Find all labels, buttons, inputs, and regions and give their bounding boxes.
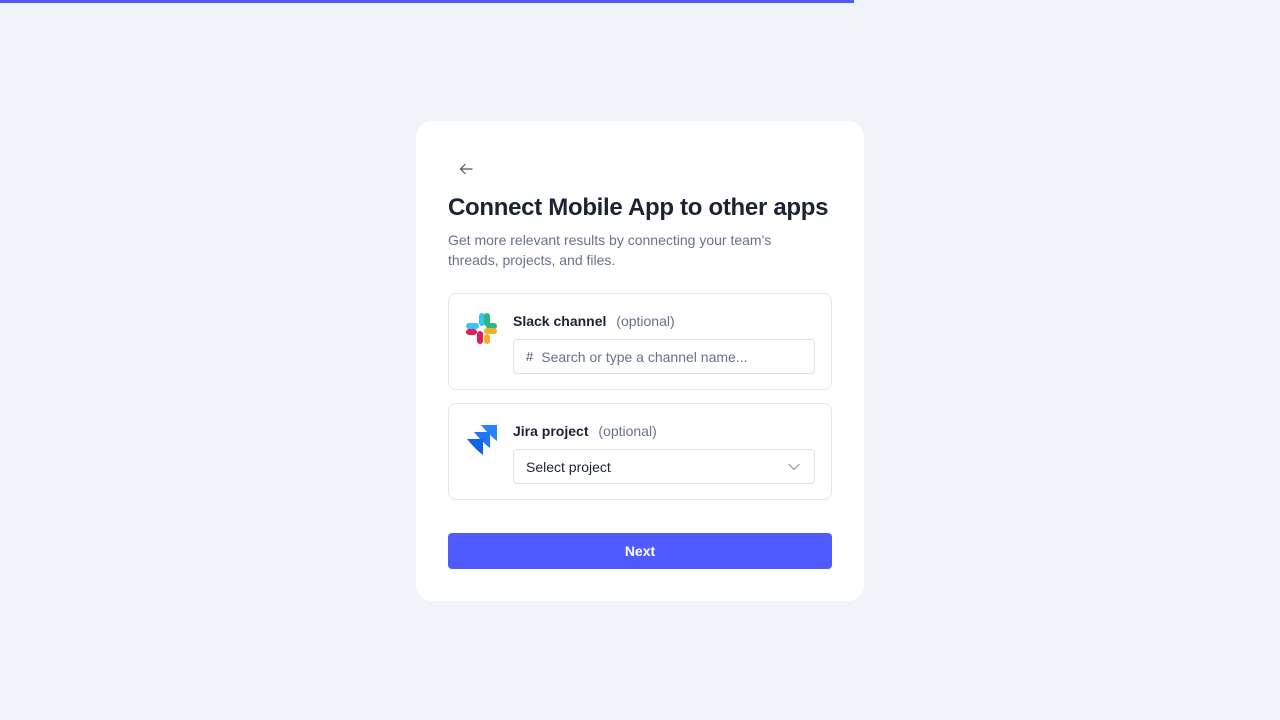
slack-channel-label: Slack channel (optional): [513, 313, 675, 329]
jira-logo-icon: [467, 425, 497, 455]
slack-logo-icon: [466, 313, 497, 344]
jira-project-select[interactable]: Select project: [513, 449, 815, 484]
slack-channel-input[interactable]: [541, 348, 792, 365]
jira-optional-label: (optional): [598, 423, 657, 439]
jira-project-name: Jira project: [513, 423, 589, 439]
chevron-down-icon: [788, 461, 800, 473]
progress-bar: [0, 0, 1280, 3]
slack-integration-panel: Slack channel (optional) #: [448, 293, 832, 390]
back-button[interactable]: [454, 157, 478, 181]
jira-select-value: Select project: [526, 458, 611, 475]
page-title: Connect Mobile App to other apps: [448, 194, 829, 221]
progress-bar-fill: [0, 0, 854, 3]
slack-channel-field[interactable]: #: [513, 339, 815, 374]
arrow-left-icon: [459, 163, 473, 175]
jira-project-label: Jira project (optional): [513, 423, 657, 439]
slack-channel-name: Slack channel: [513, 313, 607, 329]
next-button[interactable]: Next: [448, 533, 832, 569]
connect-apps-card: Connect Mobile App to other apps Get mor…: [416, 121, 864, 601]
hash-icon: #: [526, 349, 534, 364]
page-subtitle: Get more relevant results by connecting …: [448, 232, 772, 268]
jira-integration-panel: Jira project (optional) Select project: [448, 403, 832, 500]
slack-optional-label: (optional): [616, 313, 675, 329]
